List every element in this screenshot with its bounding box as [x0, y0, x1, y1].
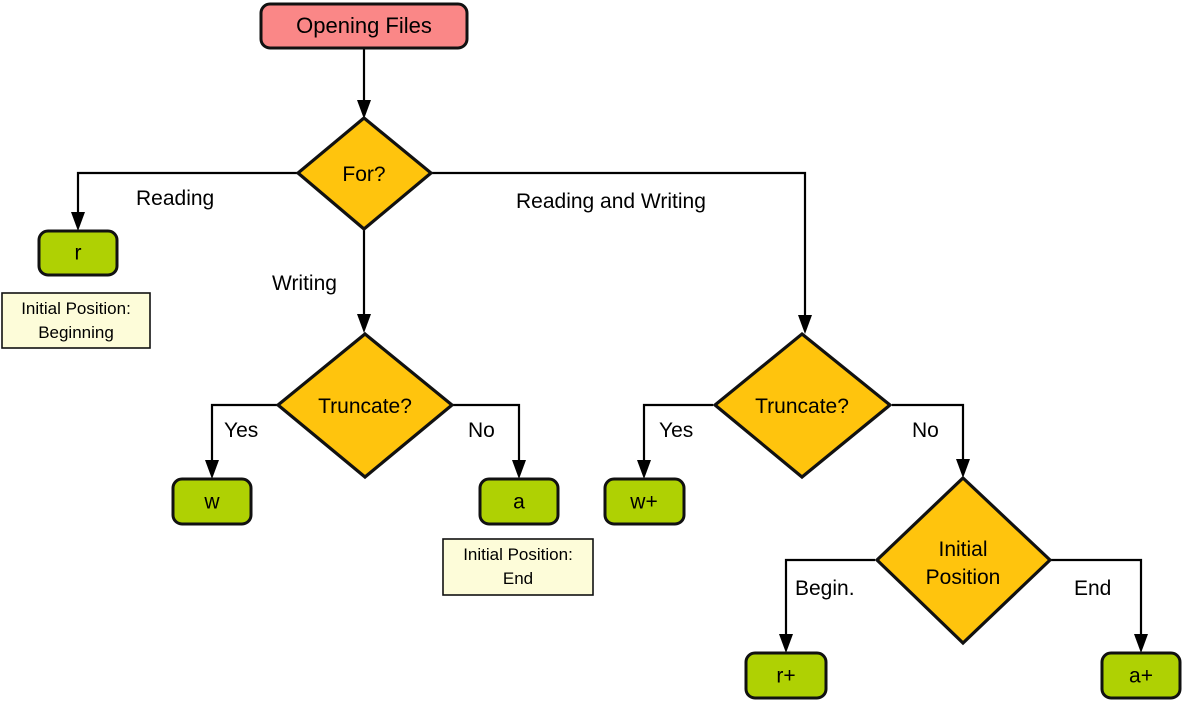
node-w[interactable]: w [171, 477, 253, 526]
arrow-head [779, 634, 793, 653]
node-for-decision[interactable]: For? [295, 115, 434, 232]
flowchart-canvas: Reading Writing Reading and Writing Yes … [0, 0, 1182, 702]
node-label-a: a [513, 491, 525, 514]
edge-label-yes-left: Yes [224, 419, 258, 442]
node-label-truncate-left: Truncate? [318, 395, 412, 418]
arrow-head [71, 212, 85, 231]
edge-label-reading: Reading [136, 187, 214, 210]
edge-label-yes-right: Yes [659, 419, 693, 442]
arrow-head [798, 315, 812, 334]
node-label-for: For? [342, 163, 385, 186]
note-a-line1: Initial Position: [463, 545, 573, 564]
arrow-head [956, 459, 970, 478]
edge-truncate-left-to-w [205, 403, 277, 479]
edge-label-no-left: No [468, 419, 495, 442]
node-label-r: r [75, 242, 82, 265]
node-label-w: w [203, 491, 220, 514]
node-label-truncate-right: Truncate? [755, 395, 849, 418]
node-label-wplus: w+ [629, 491, 657, 514]
note-a-initial-position: Initial Position: End [442, 538, 594, 596]
opening-files-flowchart: Reading Writing Reading and Writing Yes … [1, 2, 1182, 700]
arrow-head [637, 460, 651, 479]
node-truncate-right-decision[interactable]: Truncate? [712, 331, 893, 480]
edge-line [1051, 558, 1143, 641]
node-wplus[interactable]: w+ [603, 477, 686, 526]
arrow-head [205, 460, 219, 479]
edge-initial-position-to-rplus [779, 558, 875, 653]
node-label-opening-files: Opening Files [296, 13, 432, 38]
node-label-rplus: r+ [776, 665, 795, 688]
note-r-initial-position: Initial Position: Beginning [1, 292, 151, 349]
edge-label-end: End [1074, 577, 1111, 600]
arrow-head [512, 460, 526, 479]
node-label-initial-position-line2: Position [926, 566, 1001, 589]
arrow-head [357, 314, 371, 333]
node-label-initial-position-line1: Initial [938, 538, 987, 561]
node-initial-position-decision[interactable]: Initial Position [874, 475, 1053, 646]
edge-line [784, 558, 875, 641]
edge-label-writing: Writing [272, 272, 337, 295]
node-a[interactable]: a [478, 477, 560, 526]
note-r-line1: Initial Position: [21, 299, 131, 318]
edge-initial-position-to-aplus [1051, 558, 1148, 653]
node-aplus[interactable]: a+ [1100, 651, 1182, 700]
node-rplus[interactable]: r+ [744, 651, 828, 700]
arrow-head [1134, 634, 1148, 653]
edge-start-to-for [357, 48, 371, 119]
edge-label-no-right: No [912, 419, 939, 442]
edge-label-begin: Begin. [795, 577, 855, 600]
note-a-line2: End [503, 569, 533, 588]
edge-for-to-truncate-left [357, 230, 371, 333]
edge-truncate-right-to-wplus [637, 403, 713, 479]
edge-truncate-left-to-a [453, 403, 526, 479]
node-label-aplus: a+ [1129, 665, 1153, 688]
note-r-line2: Beginning [38, 323, 114, 342]
node-r[interactable]: r [37, 229, 119, 277]
node-opening-files[interactable]: Opening Files [259, 2, 469, 50]
node-truncate-left-decision[interactable]: Truncate? [275, 331, 455, 480]
edge-label-reading-and-writing: Reading and Writing [516, 190, 706, 213]
